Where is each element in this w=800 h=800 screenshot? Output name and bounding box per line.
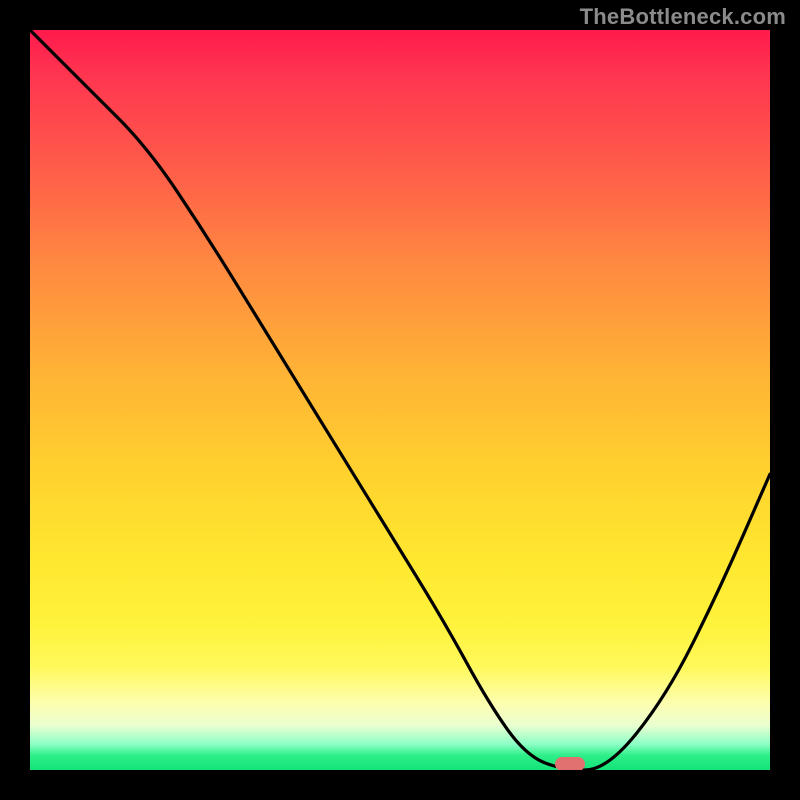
optimum-marker bbox=[555, 757, 585, 770]
bottleneck-curve-path bbox=[30, 30, 770, 770]
curve-svg bbox=[30, 30, 770, 770]
chart-frame: TheBottleneck.com bbox=[0, 0, 800, 800]
plot-area bbox=[30, 30, 770, 770]
watermark-text: TheBottleneck.com bbox=[580, 4, 786, 30]
